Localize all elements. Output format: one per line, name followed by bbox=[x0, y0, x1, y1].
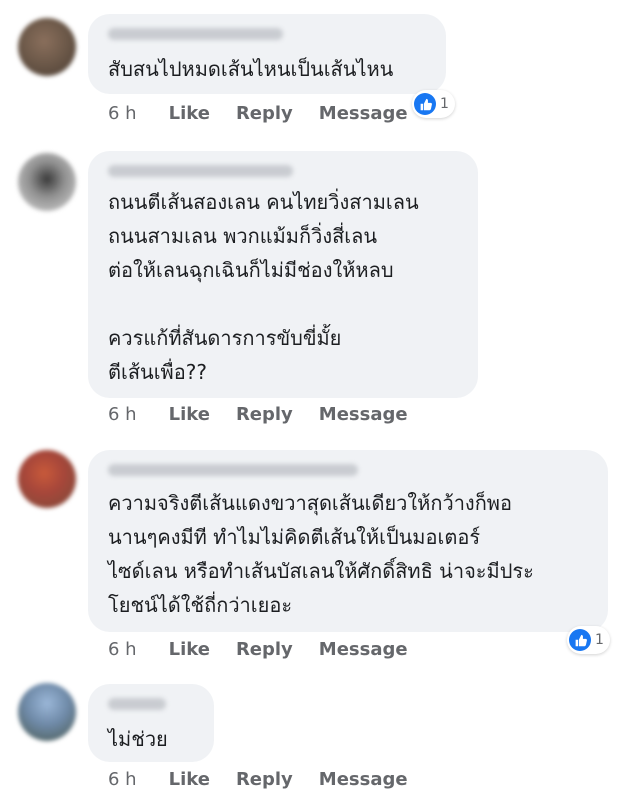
comment-timestamp[interactable]: 6 h bbox=[108, 639, 137, 660]
message-button[interactable]: Message bbox=[319, 404, 408, 425]
comment-text: ถนนตีเส้นสองเลน คนไทยวิ่งสามเลน ถนนสามเล… bbox=[108, 190, 419, 384]
reaction-badge[interactable]: 1 bbox=[567, 626, 610, 654]
comment-actions: 6 h Like Reply Message bbox=[108, 637, 434, 661]
message-button[interactable]: Message bbox=[319, 639, 408, 660]
reply-button[interactable]: Reply bbox=[236, 103, 293, 124]
comment-actions: 6 h Like Reply Message bbox=[108, 402, 434, 426]
message-button[interactable]: Message bbox=[319, 103, 408, 124]
commenter-avatar[interactable] bbox=[18, 18, 76, 76]
commenter-name-blurred[interactable] bbox=[108, 165, 293, 177]
comment-text: ไม่ช่วย bbox=[108, 727, 168, 751]
comment-timestamp[interactable]: 6 h bbox=[108, 404, 137, 425]
commenter-name-blurred[interactable] bbox=[108, 464, 358, 476]
comment-actions: 6 h Like Reply Message bbox=[108, 101, 434, 125]
like-button[interactable]: Like bbox=[169, 639, 210, 660]
commenter-avatar[interactable] bbox=[18, 153, 76, 211]
comment-bubble: ถนนตีเส้นสองเลน คนไทยวิ่งสามเลน ถนนสามเล… bbox=[88, 151, 478, 398]
reply-button[interactable]: Reply bbox=[236, 639, 293, 660]
commenter-name-blurred[interactable] bbox=[108, 698, 166, 710]
message-button[interactable]: Message bbox=[319, 769, 408, 790]
reply-button[interactable]: Reply bbox=[236, 769, 293, 790]
reaction-count: 1 bbox=[595, 632, 604, 648]
thumbs-up-icon bbox=[569, 629, 591, 651]
comment-bubble: ความจริงตีเส้นแดงขวาสุดเส้นเดียวให้กว้าง… bbox=[88, 450, 608, 632]
comment-timestamp[interactable]: 6 h bbox=[108, 103, 137, 124]
reaction-count: 1 bbox=[440, 96, 449, 112]
comment-bubble: ไม่ช่วย bbox=[88, 684, 214, 762]
comment-bubble: สับสนไปหมดเส้นไหนเป็นเส้นไหน bbox=[88, 14, 446, 94]
reply-button[interactable]: Reply bbox=[236, 404, 293, 425]
commenter-avatar[interactable] bbox=[18, 683, 76, 741]
comment-text: สับสนไปหมดเส้นไหนเป็นเส้นไหน bbox=[108, 57, 394, 81]
comment-timestamp[interactable]: 6 h bbox=[108, 769, 137, 790]
commenter-name-blurred[interactable] bbox=[108, 28, 283, 40]
like-button[interactable]: Like bbox=[169, 769, 210, 790]
comment-actions: 6 h Like Reply Message bbox=[108, 767, 434, 791]
like-button[interactable]: Like bbox=[169, 103, 210, 124]
comment-text: ความจริงตีเส้นแดงขวาสุดเส้นเดียวให้กว้าง… bbox=[108, 491, 534, 617]
commenter-avatar[interactable] bbox=[18, 450, 76, 508]
like-button[interactable]: Like bbox=[169, 404, 210, 425]
